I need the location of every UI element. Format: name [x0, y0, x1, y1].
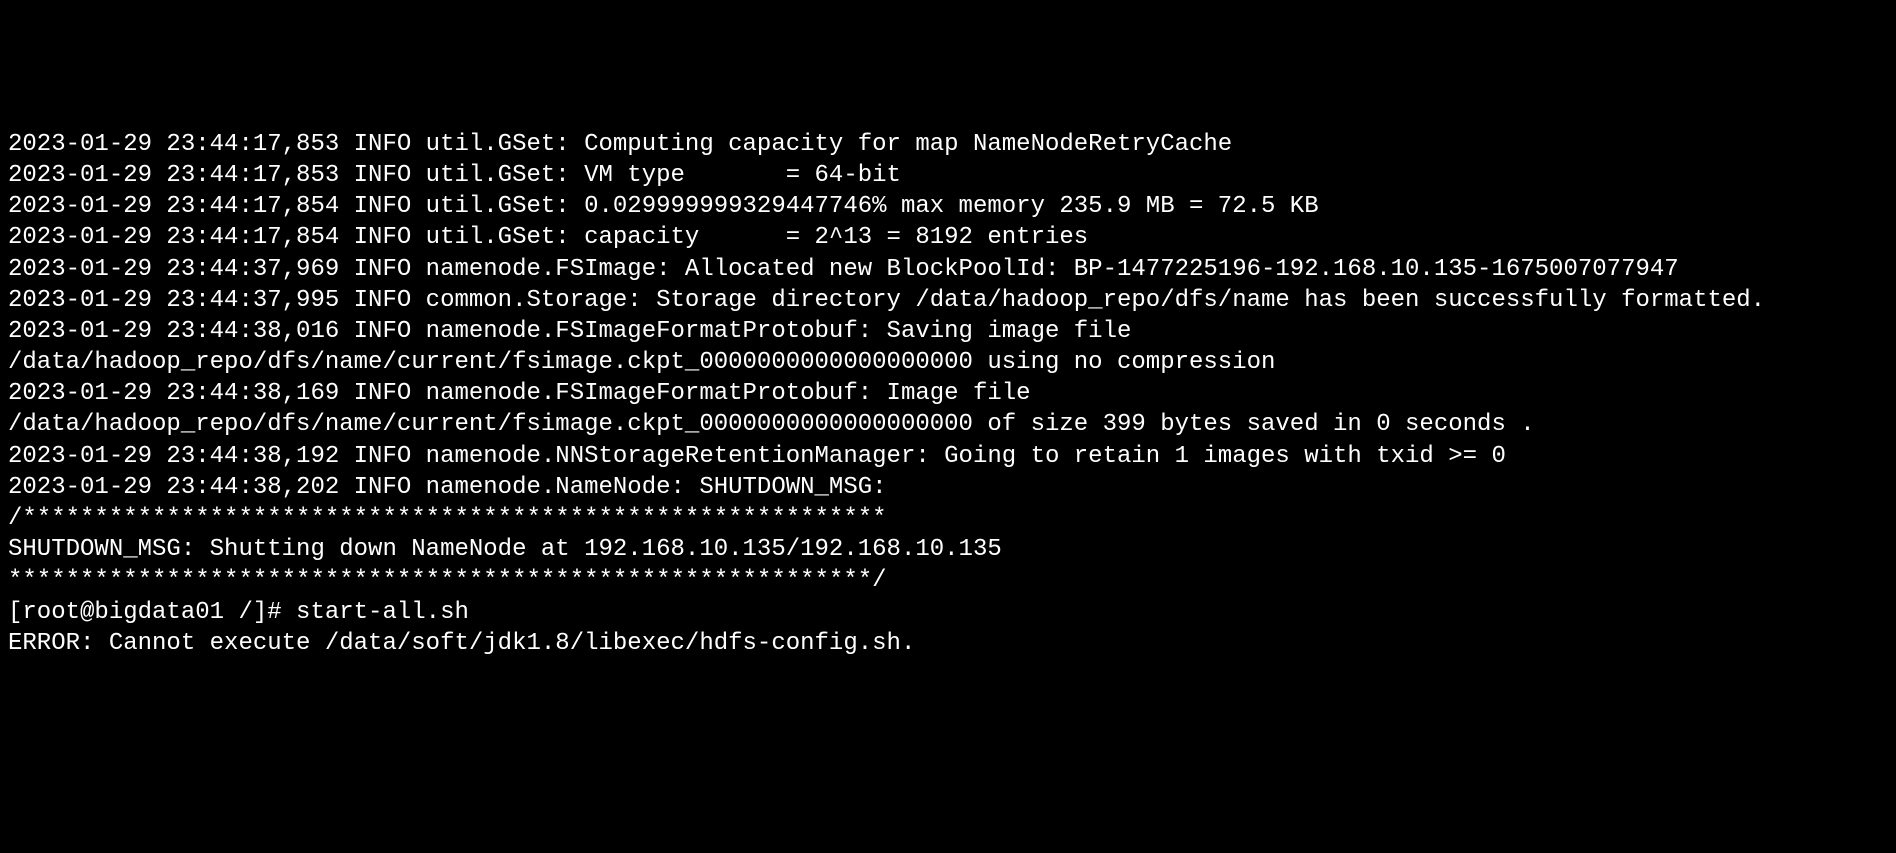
log-line: 2023-01-29 23:44:38,016 INFO namenode.FS… [8, 316, 1888, 378]
log-line: ****************************************… [8, 565, 1888, 596]
log-line: 2023-01-29 23:44:17,854 INFO util.GSet: … [8, 191, 1888, 222]
command-input[interactable]: start-all.sh [296, 599, 469, 626]
log-line: 2023-01-29 23:44:38,192 INFO namenode.NN… [8, 441, 1888, 472]
log-line: 2023-01-29 23:44:17,853 INFO util.GSet: … [8, 160, 1888, 191]
log-line: 2023-01-29 23:44:38,169 INFO namenode.FS… [8, 378, 1888, 440]
log-line: 2023-01-29 23:44:17,853 INFO util.GSet: … [8, 129, 1888, 160]
log-line: 2023-01-29 23:44:17,854 INFO util.GSet: … [8, 222, 1888, 253]
shell-prompt: [root@bigdata01 /]# [8, 599, 296, 626]
log-line: 2023-01-29 23:44:37,995 INFO common.Stor… [8, 285, 1888, 316]
log-line: 2023-01-29 23:44:38,202 INFO namenode.Na… [8, 472, 1888, 503]
log-line: 2023-01-29 23:44:37,969 INFO namenode.FS… [8, 254, 1888, 285]
terminal-output[interactable]: 2023-01-29 23:44:17,853 INFO util.GSet: … [8, 129, 1888, 659]
error-line: ERROR: Cannot execute /data/soft/jdk1.8/… [8, 628, 1888, 659]
log-line: SHUTDOWN_MSG: Shutting down NameNode at … [8, 534, 1888, 565]
log-line: /***************************************… [8, 503, 1888, 534]
